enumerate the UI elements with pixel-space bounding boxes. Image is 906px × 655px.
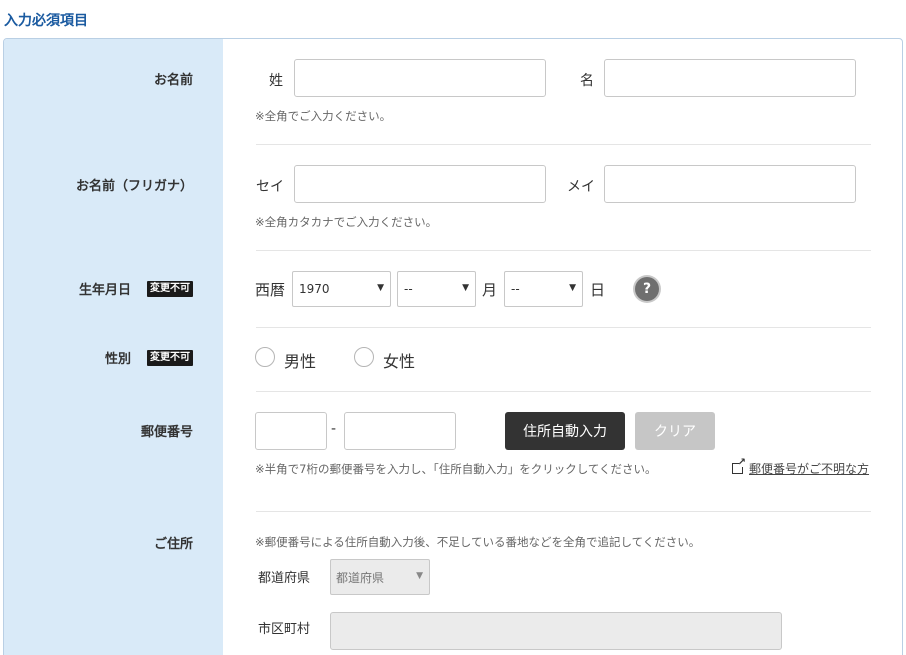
unchangeable-badge: 変更不可 [147, 280, 193, 297]
dropdown-arrow-icon: ▼ [462, 283, 469, 293]
last-name-label: 姓 [269, 73, 283, 89]
city-input[interactable] [330, 612, 782, 650]
postal-separator: - [331, 421, 337, 437]
postal-note: ※半角で7桁の郵便番号を入力し、「住所自動入力」をクリックしてください。 [255, 462, 657, 476]
kana-note: ※全角カタカナでご入力ください。 [255, 215, 438, 229]
unknown-postal-link[interactable]: 郵便番号がご不明な方 [732, 457, 869, 477]
gender-female-label[interactable]: 女性 [383, 348, 415, 372]
birth-year-value: 1970 [299, 282, 330, 296]
postal-label-text: 郵便番号 [140, 425, 193, 440]
kana-last-input[interactable] [294, 165, 546, 203]
kana-first-input[interactable] [604, 165, 856, 203]
dropdown-arrow-icon: ▼ [569, 283, 576, 293]
clear-button[interactable]: クリア [635, 412, 715, 450]
divider [256, 511, 871, 512]
gender-male-radio[interactable] [255, 347, 275, 367]
name-label-text: お名前 [153, 73, 193, 88]
help-icon[interactable]: ? [635, 277, 659, 301]
divider [256, 144, 871, 145]
address-autofill-button[interactable]: 住所自動入力 [505, 412, 625, 450]
postal-label: 郵便番号 [141, 421, 193, 440]
city-label: 市区町村 [258, 622, 311, 637]
birth-month-value: -- [404, 282, 413, 296]
kana-first-label: メイ [567, 179, 595, 195]
dropdown-arrow-icon: ▼ [377, 283, 384, 293]
postal-part2-input[interactable] [344, 412, 456, 450]
prefecture-select[interactable]: 都道府県 ▼ [330, 559, 430, 595]
gender-male-label[interactable]: 男性 [284, 348, 316, 372]
form-panel: お名前 姓 名 ※全角でご入力ください。 お名前（フリガナ） セイ メイ ※全角… [3, 38, 903, 655]
gender-label-text: 性別 [104, 352, 131, 367]
name-label: お名前 [154, 69, 193, 88]
address-label: ご住所 [154, 533, 193, 552]
unchangeable-badge: 変更不可 [147, 349, 193, 366]
divider [256, 391, 871, 392]
birth-label-text: 生年月日 [78, 283, 131, 298]
last-name-input[interactable] [294, 59, 546, 97]
address-label-text: ご住所 [153, 537, 193, 552]
birth-day-select[interactable]: -- ▼ [504, 271, 583, 307]
first-name-input[interactable] [604, 59, 856, 97]
name-note: ※全角でご入力ください。 [255, 109, 392, 123]
birth-month-select[interactable]: -- ▼ [397, 271, 476, 307]
kana-label-text: お名前（フリガナ） [75, 179, 193, 194]
era-label: 西暦 [255, 281, 286, 299]
divider [256, 327, 871, 328]
birth-year-select[interactable]: 1970 ▼ [292, 271, 391, 307]
external-link-icon [732, 457, 746, 474]
divider [256, 250, 871, 251]
day-unit: 日 [590, 281, 606, 299]
kana-label: お名前（フリガナ） [76, 175, 193, 194]
birth-label: 生年月日 変更不可 [79, 279, 193, 298]
prefecture-label: 都道府県 [258, 571, 311, 586]
month-unit: 月 [482, 281, 498, 299]
birth-day-value: -- [511, 282, 520, 296]
unknown-postal-link-text[interactable]: 郵便番号がご不明な方 [749, 460, 869, 477]
label-column [4, 39, 223, 655]
section-title: 入力必須項目 [4, 13, 88, 29]
kana-last-label: セイ [256, 179, 284, 195]
prefecture-select-value: 都道府県 [336, 570, 385, 585]
gender-label: 性別 変更不可 [105, 348, 193, 367]
address-note: ※郵便番号による住所自動入力後、不足している番地などを全角で追記してください。 [255, 535, 701, 549]
dropdown-arrow-icon: ▼ [416, 571, 423, 581]
first-name-label: 名 [580, 73, 594, 89]
postal-part1-input[interactable] [255, 412, 327, 450]
gender-female-radio[interactable] [354, 347, 374, 367]
